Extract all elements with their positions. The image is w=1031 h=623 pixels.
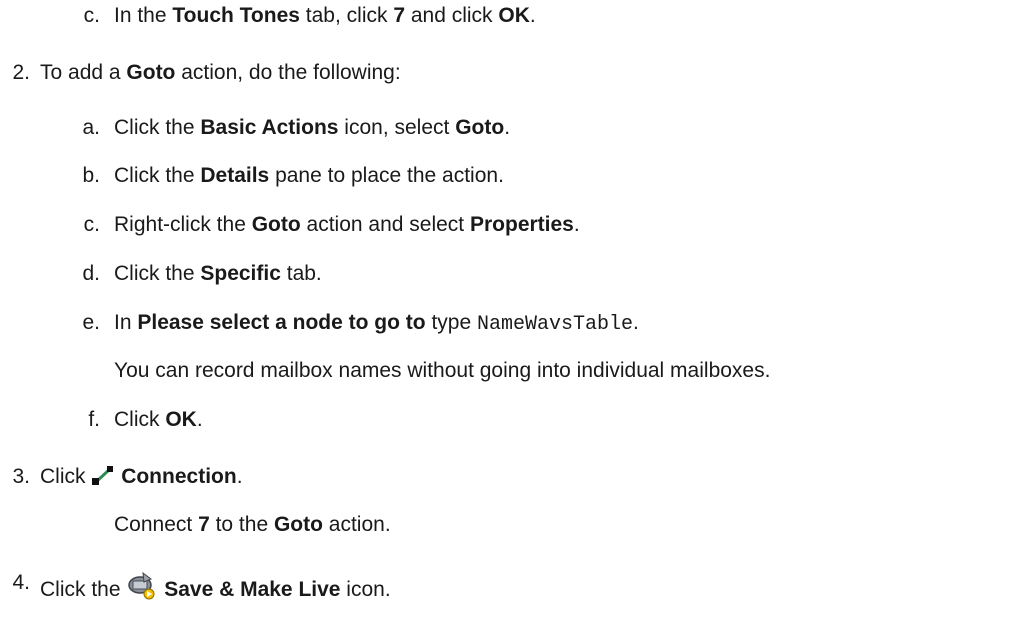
step-text: In the Touch Tones tab, click 7 and clic… [114,4,536,27]
step-marker: b. [82,164,100,187]
save-make-live-icon [126,570,158,609]
connection-line-icon [91,464,115,493]
code-value: NameWavsTable [476,313,634,336]
step-text: Click Connection. [40,464,243,493]
note-text: Connect 7 to the Goto action. [114,513,391,536]
step-text: Right-click the Goto action and select P… [114,213,580,236]
step-marker: 2. [12,61,30,84]
step-marker: c. [83,213,100,236]
step-text: To add a Goto action, do the following: [40,61,401,84]
step-marker: f. [88,408,100,431]
step-marker: e. [82,311,100,334]
step-marker: d. [82,262,100,285]
step-text: Click the Specific tab. [114,262,322,285]
step-text: Click the Save & Make Live icon. [40,570,391,609]
step-text: Click the Basic Actions icon, select Got… [114,116,511,139]
step-marker: a. [82,116,100,139]
note-text: You can record mailbox names without goi… [114,359,771,382]
step-text: In Please select a node to go to type Na… [114,311,639,336]
step-text: Click OK. [114,408,203,431]
step-marker: c. [83,4,100,27]
step-marker: 4. [12,571,30,594]
step-marker: 3. [12,465,30,488]
step-text: Click the Details pane to place the acti… [114,164,504,187]
